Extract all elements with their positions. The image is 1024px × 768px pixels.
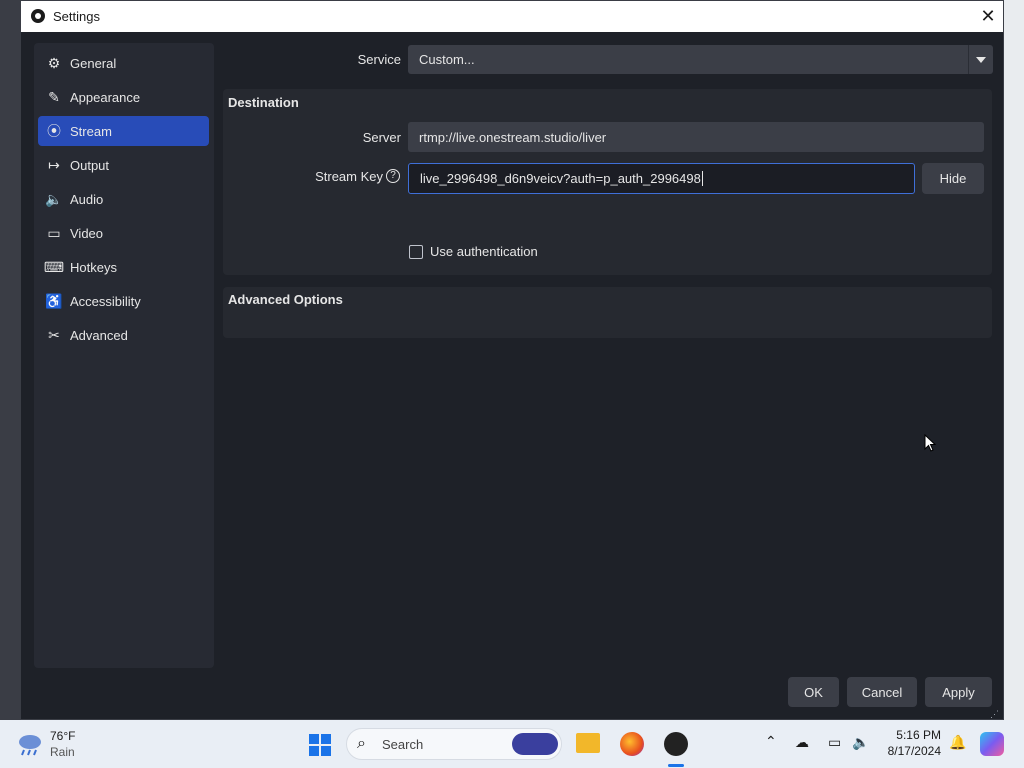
service-value: Custom...	[419, 52, 475, 67]
stream-key-label: Stream Key	[315, 169, 383, 184]
server-field[interactable]: rtmp://live.onestream.studio/liver	[408, 122, 984, 152]
service-label: Service	[357, 52, 401, 67]
sidebar-item-label: Video	[70, 225, 104, 241]
sidebar-item-label: Advanced	[70, 327, 128, 343]
weather-temperature: 76°F	[50, 729, 76, 743]
sidebar-item-video[interactable]: ▭ Video	[38, 218, 209, 248]
window-title: Settings	[53, 9, 100, 24]
ok-button[interactable]: OK	[788, 677, 839, 707]
firefox-icon[interactable]	[620, 732, 644, 756]
sidebar-item-hotkeys[interactable]: ⌨ Hotkeys	[38, 252, 209, 282]
settings-window: Settings ✕ ⚙ General ✎ Appearance ⦿ Stre…	[20, 0, 1004, 720]
server-value: rtmp://live.onestream.studio/liver	[419, 129, 607, 145]
settings-sidebar: ⚙ General ✎ Appearance ⦿ Stream ↦ Output…	[34, 43, 214, 668]
sidebar-item-accessibility[interactable]: ♿ Accessibility	[38, 286, 209, 316]
sidebar-item-label: Output	[70, 157, 110, 173]
mouse-cursor-icon	[924, 434, 936, 452]
advanced-options-title: Advanced Options	[228, 292, 343, 307]
use-authentication-checkbox[interactable]	[409, 245, 423, 259]
sidebar-item-label: Stream	[70, 123, 112, 139]
tools-icon: ✂	[48, 326, 60, 343]
sidebar-item-label: Accessibility	[70, 293, 141, 309]
taskbar-search-box[interactable]: ⌕ Search	[346, 728, 562, 760]
sidebar-item-appearance[interactable]: ✎ Appearance	[38, 82, 209, 112]
title-bar: Settings ✕	[21, 1, 1003, 32]
clock-time[interactable]: 5:16 PM	[880, 728, 941, 742]
obs-logo-icon	[31, 9, 45, 23]
chevron-down-icon	[968, 45, 993, 74]
text-cursor	[701, 171, 703, 186]
apply-button[interactable]: Apply	[925, 677, 992, 707]
stream-key-field[interactable]: live_2996498_d6n9veicv?auth=p_auth_29964…	[408, 163, 915, 194]
notification-bell-icon[interactable]: 🔔	[949, 734, 966, 751]
broadcast-icon: ⦿	[47, 123, 61, 139]
search-placeholder: Search	[382, 737, 424, 752]
weather-description: Rain	[50, 745, 75, 759]
appearance-icon: ✎	[48, 88, 60, 105]
cancel-button[interactable]: Cancel	[847, 677, 917, 707]
active-app-indicator	[668, 764, 684, 767]
monitor-icon: ▭	[47, 224, 61, 241]
search-icon: ⌕	[357, 735, 366, 752]
windows-taskbar: 76°F Rain ⌕ Search ⌃ ☁ ▭ 🔈 5:16 PM 8/17/…	[0, 720, 1024, 768]
chevron-up-icon[interactable]: ⌃	[765, 733, 777, 750]
advanced-options-group[interactable]: Advanced Options	[223, 287, 992, 338]
help-icon[interactable]: ?	[386, 169, 400, 183]
obs-taskbar-icon[interactable]	[664, 732, 688, 756]
sidebar-item-label: Hotkeys	[70, 259, 117, 275]
sidebar-item-general[interactable]: ⚙ General	[38, 48, 209, 78]
output-icon: ↦	[48, 156, 60, 173]
hide-button[interactable]: Hide	[922, 163, 984, 194]
search-highlight-image	[512, 733, 558, 755]
network-icon[interactable]: ▭	[828, 734, 841, 751]
use-authentication-label: Use authentication	[430, 244, 538, 259]
service-dropdown[interactable]: Custom...	[408, 45, 993, 74]
sidebar-item-label: Appearance	[70, 89, 141, 105]
stream-key-value: live_2996498_d6n9veicv?auth=p_auth_29964…	[420, 171, 701, 186]
sidebar-item-label: General	[70, 55, 117, 71]
keyboard-icon: ⌨	[43, 258, 65, 275]
gear-icon: ⚙	[47, 54, 61, 71]
resize-grip-icon[interactable]: ⋰	[990, 709, 1000, 719]
clock-date[interactable]: 8/17/2024	[880, 744, 941, 758]
windows-start-icon[interactable]	[308, 733, 332, 757]
file-explorer-icon[interactable]	[576, 733, 600, 753]
speaker-icon: 🔈	[45, 190, 63, 207]
destination-title: Destination	[228, 95, 299, 110]
server-label: Server	[362, 130, 401, 145]
sidebar-item-advanced[interactable]: ✂ Advanced	[38, 320, 209, 350]
sidebar-item-stream[interactable]: ⦿ Stream	[38, 116, 209, 146]
background-app-right-edge	[1004, 0, 1024, 720]
onedrive-icon[interactable]: ☁	[795, 734, 809, 751]
sidebar-item-output[interactable]: ↦ Output	[38, 150, 209, 180]
sidebar-item-label: Audio	[70, 191, 104, 207]
copilot-icon[interactable]	[980, 732, 1004, 756]
background-app-left-edge	[0, 0, 20, 720]
sidebar-item-audio[interactable]: 🔈 Audio	[38, 184, 209, 214]
volume-icon[interactable]: 🔈	[852, 734, 869, 751]
weather-rain-icon[interactable]	[16, 732, 44, 756]
close-button[interactable]: ✕	[977, 6, 999, 26]
destination-group: Destination Server rtmp://live.onestream…	[223, 89, 992, 275]
accessibility-icon: ♿	[45, 292, 63, 309]
